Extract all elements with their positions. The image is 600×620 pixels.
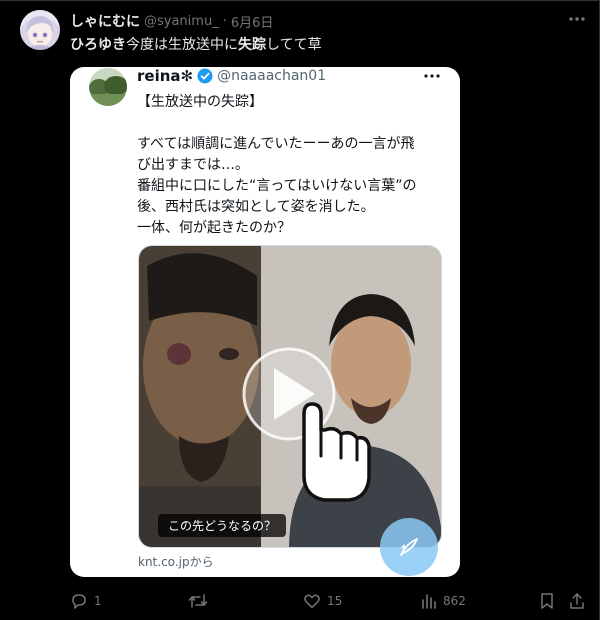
- compose-button[interactable]: [380, 518, 438, 576]
- like-icon: [304, 594, 320, 609]
- video-thumbnail: この先どうなるの？: [138, 245, 442, 548]
- quoted-header: reina✻ @naaaachan01: [137, 67, 326, 85]
- quoted-line-blank: [137, 113, 447, 134]
- author-avatar[interactable]: [20, 10, 60, 50]
- like-count: 15: [327, 594, 343, 608]
- verified-icon: [197, 68, 213, 84]
- reply-icon: [72, 594, 86, 609]
- reply-button[interactable]: 1: [70, 588, 102, 614]
- author-handle[interactable]: @syanimu_: [144, 14, 219, 29]
- bookmark-icon: [541, 593, 553, 609]
- tweet-text-bold-1: ひろゆき: [70, 37, 126, 53]
- views-button[interactable]: 862: [421, 588, 466, 614]
- tweet-text-part-4: してて草: [266, 37, 322, 53]
- views-count: 862: [443, 594, 466, 608]
- quoted-handle: @naaaachan01: [217, 68, 327, 84]
- tweet-text-part-2: 今度は生放送中に: [126, 37, 238, 53]
- compose-icon: [400, 538, 418, 556]
- more-options-button[interactable]: [566, 10, 588, 28]
- author-display-name[interactable]: しゃにむに: [70, 11, 140, 31]
- tweet-header: しゃにむに @syanimu_ · 6月6日: [70, 11, 273, 31]
- like-button[interactable]: 15: [303, 588, 342, 614]
- quoted-line: 番組中に口にした“言ってはいけない言葉”の: [137, 178, 417, 194]
- tweet-action-bar: 1 15 862: [0, 588, 600, 614]
- repost-button[interactable]: [188, 588, 214, 614]
- quoted-line: び出すまでは…。: [137, 157, 249, 173]
- quoted-display-name: reina✻: [137, 67, 194, 85]
- quoted-line-title: 【生放送中の失踪】: [137, 94, 263, 110]
- quoted-author-avatar: [89, 68, 127, 106]
- more-icon: [424, 74, 440, 78]
- share-button[interactable]: [569, 588, 585, 614]
- views-icon: [422, 594, 436, 609]
- link-source: knt.co.jpから: [138, 555, 214, 569]
- repost-icon: [188, 594, 208, 608]
- share-icon: [570, 593, 584, 609]
- bookmark-button[interactable]: [539, 588, 555, 614]
- attached-image-card[interactable]: reina✻ @naaaachan01 【生放送中の失踪】 すべては順調に進んで…: [70, 67, 460, 577]
- quoted-line: すべては順調に進んでいたーーあの一言が飛: [137, 136, 415, 152]
- tweet-text: ひろゆき今度は生放送中に失踪してて草: [70, 34, 322, 54]
- quoted-more-options: [422, 69, 442, 83]
- tweet-date[interactable]: 6月6日: [231, 12, 274, 31]
- tweet-text-bold-2: 失踪: [238, 37, 266, 53]
- quoted-body: 【生放送中の失踪】 すべては順調に進んでいたーーあの一言が飛 び出すまでは…。 …: [137, 92, 447, 239]
- quoted-line: 後、西村氏は突如として姿を消した。: [137, 199, 375, 215]
- reply-count: 1: [94, 594, 102, 608]
- more-icon: [569, 17, 585, 21]
- frame-top-border: [0, 0, 600, 1]
- video-caption: この先どうなるの？: [158, 514, 287, 537]
- header-separator: ·: [222, 13, 227, 29]
- quoted-line: 一体、何が起きたのか？: [137, 220, 291, 236]
